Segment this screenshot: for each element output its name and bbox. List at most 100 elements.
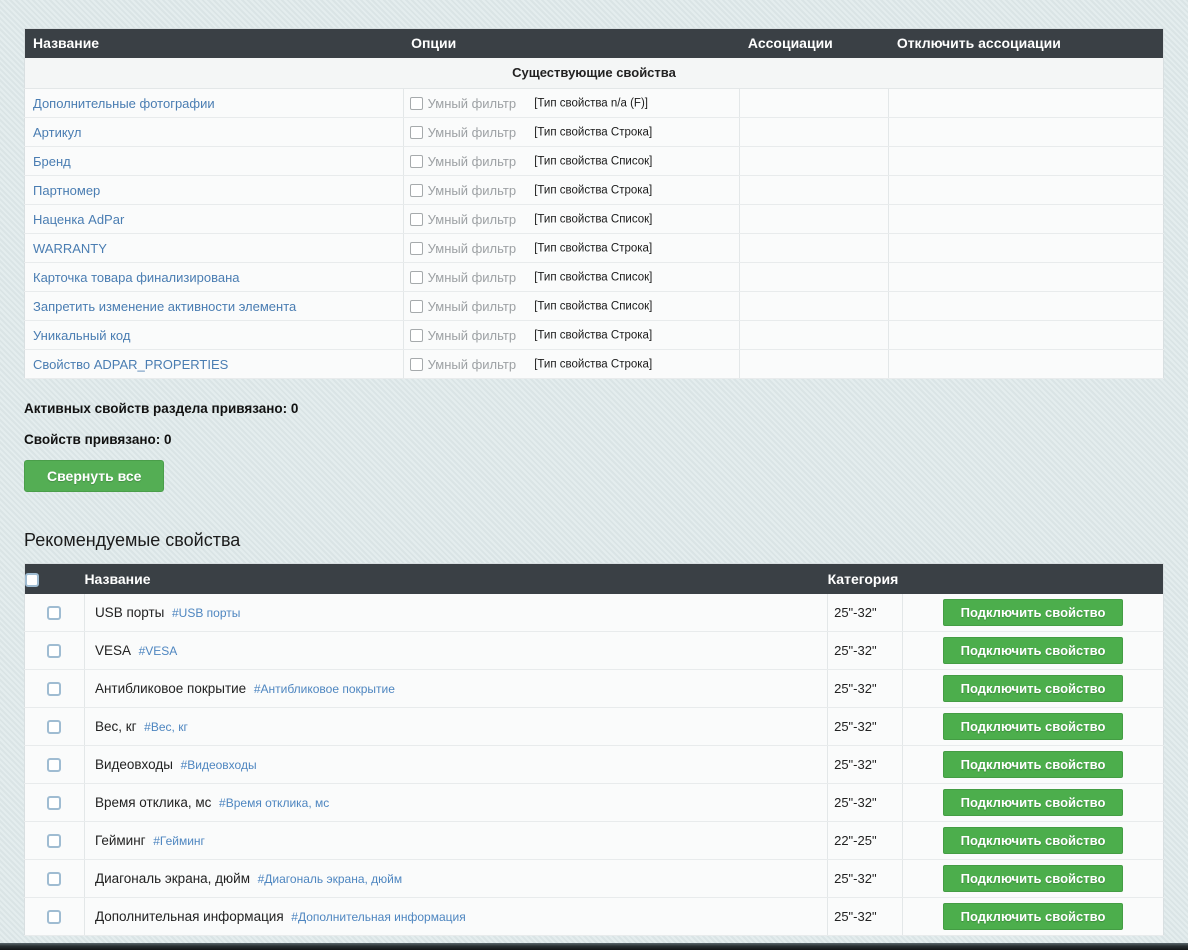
associations-cell <box>740 89 889 118</box>
recommended-property-tag-link[interactable]: #VESA <box>139 644 178 658</box>
connect-property-button[interactable]: Подключить свойство <box>943 789 1123 816</box>
collapse-all-button[interactable]: Свернуть все <box>24 460 164 492</box>
property-type-label: [Тип свойства n/a (F)] <box>534 98 648 110</box>
disable-associations-cell <box>889 263 1164 292</box>
recommended-name-cell: Время отклика, мс #Время отклика, мс <box>84 784 827 822</box>
associations-cell <box>740 205 889 234</box>
connect-property-button[interactable]: Подключить свойство <box>943 827 1123 854</box>
smart-filter-checkbox[interactable] <box>410 329 423 342</box>
property-name-link[interactable]: Свойство ADPAR_PROPERTIES <box>33 357 228 372</box>
property-type-label: [Тип свойства Список] <box>534 214 652 226</box>
recommended-row: Время отклика, мс #Время отклика, мс 25"… <box>25 784 1164 822</box>
smart-filter-checkbox[interactable] <box>410 300 423 313</box>
recommended-row-checkbox[interactable] <box>47 758 61 772</box>
recommended-row-checkbox[interactable] <box>47 872 61 886</box>
property-name-link[interactable]: Наценка AdPar <box>33 212 124 227</box>
recommended-property-tag-link[interactable]: #USB порты <box>172 606 240 620</box>
recommended-properties-table: Название Категория USB порты #USB порты … <box>24 563 1164 936</box>
property-row: Наценка AdPar Умный фильтр [Тип свойства… <box>25 205 1164 234</box>
property-name-link[interactable]: WARRANTY <box>33 241 107 256</box>
property-name-link[interactable]: Карточка товара финализирована <box>33 270 239 285</box>
associations-cell <box>740 321 889 350</box>
smart-filter-checkbox[interactable] <box>410 184 423 197</box>
recommended-row: Гейминг #Гейминг 22"-25" Подключить свой… <box>25 822 1164 860</box>
associations-cell <box>740 118 889 147</box>
recommended-property-name: Видеовходы <box>95 757 173 772</box>
recommended-checkbox-cell <box>25 898 85 936</box>
associations-cell <box>740 292 889 321</box>
property-type-label: [Тип свойства Строка] <box>534 330 652 342</box>
recommended-row: Дополнительная информация #Дополнительна… <box>25 898 1164 936</box>
smart-filter-group: Умный фильтр <box>410 96 531 111</box>
property-name-link[interactable]: Уникальный код <box>33 328 130 343</box>
recommended-row-checkbox[interactable] <box>47 796 61 810</box>
recommended-property-name: Время отклика, мс <box>95 795 211 810</box>
recommended-category-cell: 25"-32" <box>828 898 903 936</box>
property-options-cell: Умный фильтр [Тип свойства Список] <box>403 205 740 234</box>
disable-associations-cell <box>889 176 1164 205</box>
property-name-cell: Свойство ADPAR_PROPERTIES <box>25 350 404 379</box>
connect-property-button[interactable]: Подключить свойство <box>943 751 1123 778</box>
recommended-name-cell: Диагональ экрана, дюйм #Диагональ экрана… <box>84 860 827 898</box>
connect-property-button[interactable]: Подключить свойство <box>943 865 1123 892</box>
recommended-body: USB порты #USB порты 25"-32" Подключить … <box>25 594 1164 936</box>
connect-property-button[interactable]: Подключить свойство <box>943 675 1123 702</box>
recommended-row-checkbox[interactable] <box>47 682 61 696</box>
associations-cell <box>740 234 889 263</box>
associations-cell <box>740 350 889 379</box>
recommended-row-checkbox[interactable] <box>47 910 61 924</box>
property-options-cell: Умный фильтр [Тип свойства Строка] <box>403 350 740 379</box>
smart-filter-checkbox[interactable] <box>410 126 423 139</box>
recommended-row-checkbox[interactable] <box>47 644 61 658</box>
property-name-link[interactable]: Запретить изменение активности элемента <box>33 299 296 314</box>
property-options-cell: Умный фильтр [Тип свойства Строка] <box>403 321 740 350</box>
property-options-cell: Умный фильтр [Тип свойства Строка] <box>403 118 740 147</box>
smart-filter-checkbox[interactable] <box>410 358 423 371</box>
smart-filter-label: Умный фильтр <box>428 183 517 198</box>
recommended-property-tag-link[interactable]: #Вес, кг <box>144 720 188 734</box>
smart-filter-checkbox[interactable] <box>410 155 423 168</box>
recommended-category-cell: 25"-32" <box>828 670 903 708</box>
property-name-link[interactable]: Партномер <box>33 183 100 198</box>
recommended-action-cell: Подключить свойство <box>903 632 1164 670</box>
property-row: Партномер Умный фильтр [Тип свойства Стр… <box>25 176 1164 205</box>
recommended-heading: Рекомендуемые свойства <box>24 530 1164 551</box>
recommended-name-cell: Гейминг #Гейминг <box>84 822 827 860</box>
property-name-link[interactable]: Артикул <box>33 125 81 140</box>
recommended-property-tag-link[interactable]: #Антибликовое покрытие <box>254 682 395 696</box>
recommended-checkbox-cell <box>25 860 85 898</box>
recommended-row-checkbox[interactable] <box>47 834 61 848</box>
smart-filter-checkbox[interactable] <box>410 271 423 284</box>
column-header-name: Название <box>25 29 404 58</box>
connect-property-button[interactable]: Подключить свойство <box>943 903 1123 930</box>
property-name-link[interactable]: Бренд <box>33 154 71 169</box>
smart-filter-checkbox[interactable] <box>410 97 423 110</box>
smart-filter-label: Умный фильтр <box>428 212 517 227</box>
connect-property-button[interactable]: Подключить свойство <box>943 713 1123 740</box>
recommended-property-tag-link[interactable]: #Гейминг <box>153 834 205 848</box>
smart-filter-label: Умный фильтр <box>428 357 517 372</box>
smart-filter-group: Умный фильтр <box>410 357 531 372</box>
recommended-property-tag-link[interactable]: #Диагональ экрана, дюйм <box>258 872 403 886</box>
select-all-checkbox[interactable] <box>25 573 39 587</box>
smart-filter-checkbox[interactable] <box>410 213 423 226</box>
property-name-cell: Карточка товара финализирована <box>25 263 404 292</box>
property-type-label: [Тип свойства Список] <box>534 301 652 313</box>
recommended-property-tag-link[interactable]: #Дополнительная информация <box>291 910 465 924</box>
property-options-cell: Умный фильтр [Тип свойства Строка] <box>403 176 740 205</box>
recommended-row: VESA #VESA 25"-32" Подключить свойство <box>25 632 1164 670</box>
recommended-category-cell: 25"-32" <box>828 632 903 670</box>
property-name-cell: Наценка AdPar <box>25 205 404 234</box>
property-name-link[interactable]: Дополнительные фотографии <box>33 96 215 111</box>
recommended-row-checkbox[interactable] <box>47 606 61 620</box>
existing-properties-header: Название Опции Ассоциации Отключить ассо… <box>25 29 1164 58</box>
connect-property-button[interactable]: Подключить свойство <box>943 599 1123 626</box>
smart-filter-group: Умный фильтр <box>410 328 531 343</box>
recommended-property-tag-link[interactable]: #Время отклика, мс <box>219 796 329 810</box>
recommended-property-tag-link[interactable]: #Видеовходы <box>181 758 257 772</box>
connect-property-button[interactable]: Подключить свойство <box>943 637 1123 664</box>
smart-filter-checkbox[interactable] <box>410 242 423 255</box>
property-row: Свойство ADPAR_PROPERTIES Умный фильтр [… <box>25 350 1164 379</box>
recommended-property-name: Диагональ экрана, дюйм <box>95 871 250 886</box>
recommended-row-checkbox[interactable] <box>47 720 61 734</box>
